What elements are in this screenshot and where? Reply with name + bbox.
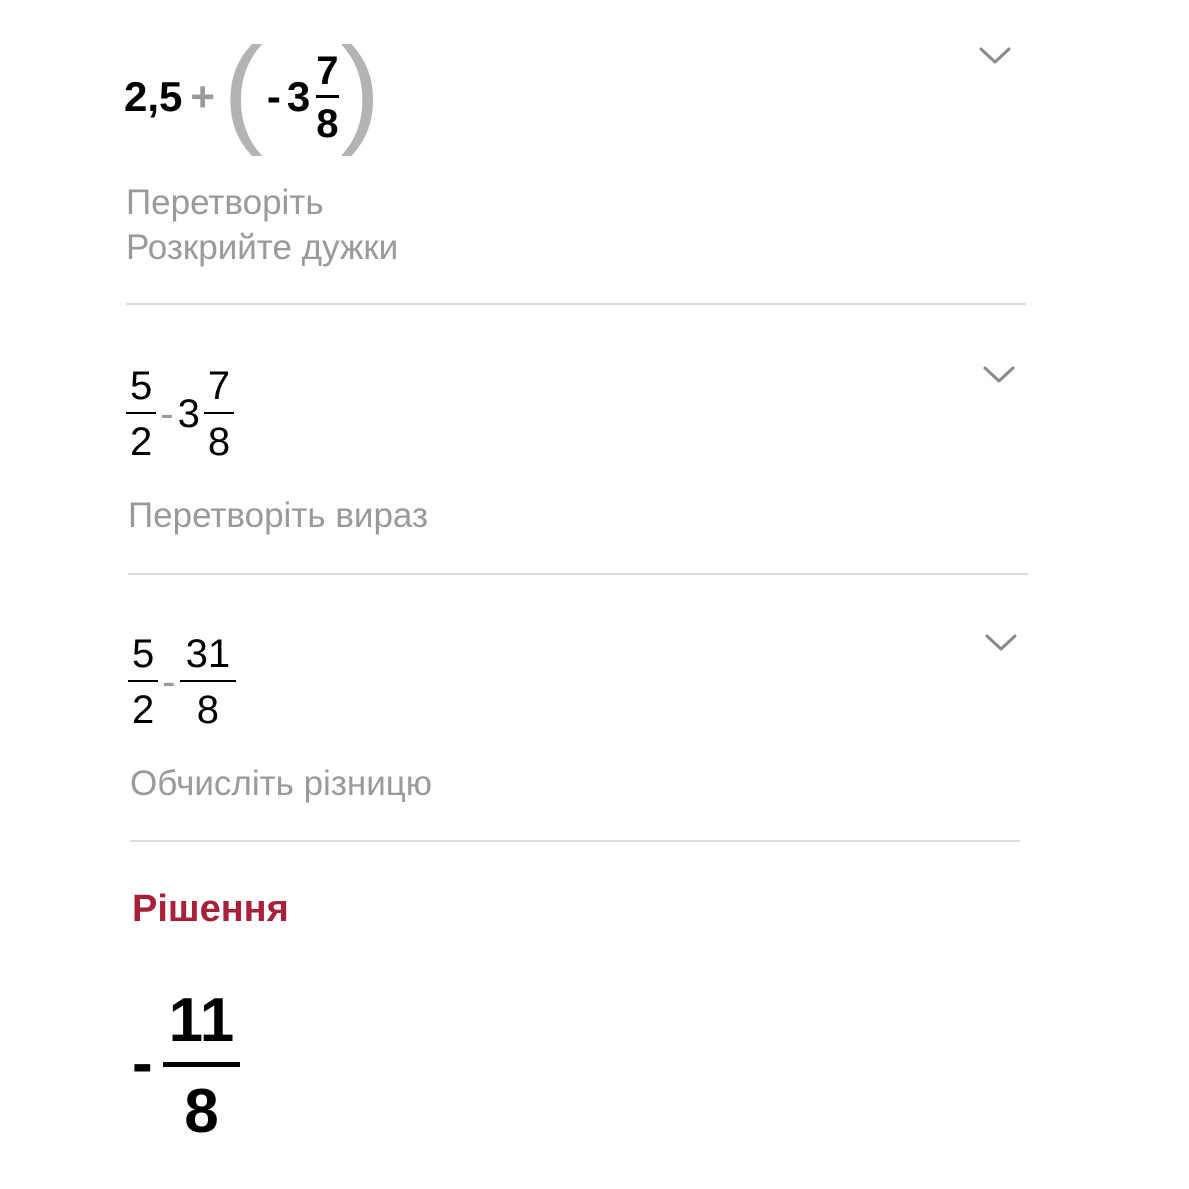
- denominator: 8: [196, 688, 219, 732]
- chevron-down-icon[interactable]: [984, 632, 1018, 654]
- denominator: 2: [130, 420, 153, 464]
- divider: [130, 840, 1020, 842]
- numerator: 5: [130, 364, 153, 408]
- fraction: 11 8: [162, 985, 241, 1146]
- divider: [126, 303, 1026, 305]
- fraction: 31 8: [179, 632, 237, 732]
- minus-operator: -: [160, 391, 174, 436]
- negative-sign: -: [266, 73, 281, 120]
- plus-operator: +: [190, 73, 215, 120]
- fraction: 7 8: [203, 364, 235, 464]
- step-2-expression: 5 2 - 3 7 8: [126, 358, 235, 470]
- step-2-description: Перетворіть вираз: [128, 496, 429, 535]
- numerator: 7: [316, 48, 339, 93]
- step-1-description-2: Розкрийте дужки: [126, 228, 399, 267]
- numerator: 5: [132, 632, 155, 676]
- numerator: 11: [168, 985, 235, 1055]
- denominator: 2: [132, 688, 155, 732]
- step-1-description-1: Перетворіть: [126, 183, 324, 222]
- step-3-expression: 5 2 - 31 8: [128, 626, 237, 738]
- solution-expression: - 11 8: [132, 985, 241, 1146]
- mixed-whole: 3: [286, 73, 311, 120]
- numerator: 31: [185, 632, 231, 676]
- decimal-term: 2,5: [124, 73, 183, 120]
- solution-title: Рішення: [132, 888, 289, 930]
- denominator: 8: [316, 101, 339, 146]
- fraction: 5 2: [128, 632, 159, 732]
- right-parenthesis: ): [340, 23, 381, 157]
- fraction: 5 2: [126, 364, 157, 464]
- step-3-description: Обчисліть різницю: [130, 764, 433, 803]
- fraction: 7 8: [316, 48, 339, 146]
- mixed-whole: 3: [177, 391, 200, 436]
- left-parenthesis: (: [222, 23, 263, 157]
- negative-sign: -: [132, 1028, 153, 1098]
- numerator: 7: [207, 364, 231, 408]
- step-1-expression: 2,5 + ( - 3 7 8 ): [124, 30, 380, 158]
- denominator: 8: [184, 1076, 219, 1146]
- chevron-down-icon[interactable]: [982, 364, 1016, 386]
- divider: [128, 573, 1028, 575]
- minus-operator: -: [162, 659, 176, 704]
- chevron-down-icon[interactable]: [978, 45, 1012, 67]
- denominator: 8: [207, 420, 231, 464]
